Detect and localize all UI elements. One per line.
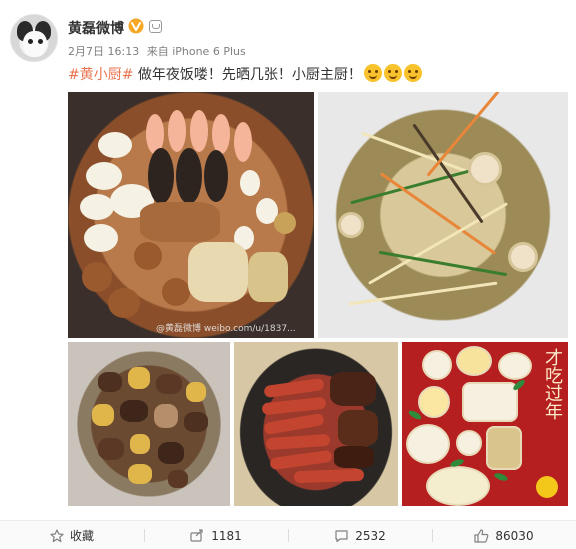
image-watermark: @黄磊微博 weibo.com/u/1837... [156,324,296,334]
photo-braised-dish[interactable] [68,342,230,506]
action-bar: 收藏 1181 2532 86030 [0,520,576,549]
hashtag-link[interactable]: #黄小厨# [68,67,133,83]
verified-badge-icon [128,18,144,34]
post-source: 来自 iPhone 6 Plus [146,45,246,58]
grin-emoji-icon [383,64,402,82]
favorite-label: 收藏 [69,529,94,543]
repost-count: 1181 [211,528,242,543]
photo-platter[interactable] [68,92,314,338]
like-count: 86030 [495,528,534,543]
like-icon [474,528,489,543]
grin-emoji-icon [403,64,422,82]
grin-emoji-icon [363,64,382,82]
repost-icon [190,528,203,542]
comment-icon [335,529,348,542]
post-body: 做年夜饭喽！先晒几张！小厨主厨！ [133,67,362,83]
repost-button[interactable]: 1181 [144,521,288,549]
favorite-button[interactable]: 收藏 [0,521,144,549]
comment-count: 2532 [355,528,386,543]
author-name[interactable]: 黄磊微博 [68,18,124,38]
poster-logo [536,476,558,498]
post-meta: 2月7日 16:13 来自 iPhone 6 Plus [68,43,250,59]
photo-sausages[interactable] [234,342,398,506]
post-text: #黄小厨# 做年夜饭喽！先晒几张！小厨主厨！ [68,64,422,84]
like-button[interactable]: 86030 [432,521,576,549]
photo-stir-fry[interactable] [318,92,568,338]
weibo-post-card: 黄磊微博 2月7日 16:13 来自 iPhone 6 Plus #黄小厨# 做… [0,0,576,549]
star-icon [50,528,64,542]
photo-new-year-poster[interactable]: 才吃过年 [402,342,568,506]
avatar[interactable] [10,14,58,62]
comment-button[interactable]: 2532 [288,521,432,549]
post-time[interactable]: 2月7日 16:13 [68,45,139,58]
member-icon[interactable] [149,20,162,33]
poster-text: 才吃过年 [542,348,563,420]
